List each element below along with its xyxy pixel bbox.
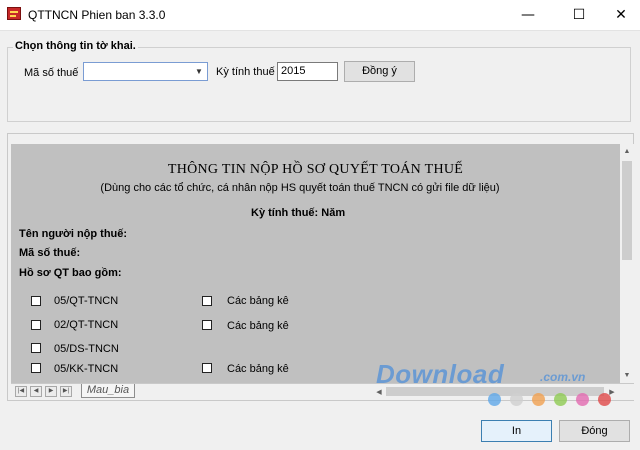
last-sheet-icon[interactable]: ▶| xyxy=(60,386,72,397)
checkbox-bang-ke-2[interactable] xyxy=(202,320,212,330)
dossier-label: Hồ sơ QT bao gồm: xyxy=(19,267,122,279)
tax-code-label: Mã số thuế xyxy=(24,67,79,79)
checkbox-label: 05/DS-TNCN xyxy=(54,343,119,355)
checkbox-label: 05/KK-TNCN xyxy=(54,363,119,375)
checkbox-05-ds[interactable] xyxy=(31,343,41,353)
period-label: Kỳ tính thuế xyxy=(216,66,275,78)
print-button[interactable]: In xyxy=(481,420,552,442)
watermark-dot xyxy=(532,393,545,406)
tax-code-combobox[interactable]: ▼ xyxy=(83,62,208,81)
vertical-scrollbar[interactable]: ▲ ▼ xyxy=(620,144,634,383)
next-sheet-icon[interactable]: ▶ xyxy=(45,386,57,397)
sheet-subtitle: (Dùng cho các tổ chức, cá nhân nộp HS qu… xyxy=(100,182,500,194)
checkbox-05-qt[interactable] xyxy=(31,296,41,306)
prev-sheet-icon[interactable]: ◀ xyxy=(30,386,42,397)
first-sheet-icon[interactable]: |◀ xyxy=(15,386,27,397)
checkbox-05-kk[interactable] xyxy=(31,363,41,373)
vertical-scroll-thumb[interactable] xyxy=(622,161,632,260)
sheet-area: THÔNG TIN NỘP HỒ SƠ QUYẾT TOÁN THUẾ (Dùn… xyxy=(11,144,620,383)
checkbox-label: Các bảng kê xyxy=(227,363,289,375)
sheet-title: THÔNG TIN NỘP HỒ SƠ QUYẾT TOÁN THUẾ xyxy=(167,162,464,177)
watermark-suffix: .com.vn xyxy=(540,370,586,384)
scroll-up-icon[interactable]: ▲ xyxy=(620,148,634,155)
groupbox-title: Chọn thông tin tờ khai. xyxy=(13,40,138,52)
checkbox-bang-ke-1[interactable] xyxy=(202,296,212,306)
watermark-dot xyxy=(554,393,567,406)
close-button[interactable]: Đóng xyxy=(559,420,630,442)
watermark-dot xyxy=(576,393,589,406)
window-title: QTTNCN Phien ban 3.3.0 xyxy=(28,8,166,22)
watermark-dot xyxy=(510,393,523,406)
checkbox-label: Các bảng kê xyxy=(227,295,289,307)
agree-button[interactable]: Đồng ý xyxy=(344,61,415,82)
app-icon xyxy=(7,7,21,20)
checkbox-label: 02/QT-TNCN xyxy=(54,319,119,331)
maximize-button[interactable]: ☐ xyxy=(556,0,602,30)
checkbox-02-qt[interactable] xyxy=(31,320,41,330)
year-input[interactable]: 2015 xyxy=(277,62,338,81)
close-window-button[interactable]: ✕ xyxy=(598,0,640,30)
payer-tax-code-label: Mã số thuế: xyxy=(19,247,81,259)
checkbox-label: Các bảng kê xyxy=(227,320,289,332)
checkbox-label: 05/QT-TNCN xyxy=(54,295,119,307)
checkbox-bang-ke-3[interactable] xyxy=(202,363,212,373)
minimize-button[interactable]: — xyxy=(505,0,551,30)
sheet-tab-mau-bia[interactable]: Mau_bia xyxy=(81,384,135,398)
payer-name-label: Tên người nộp thuế: xyxy=(19,228,128,240)
declaration-groupbox xyxy=(7,47,631,122)
period-line: Kỳ tính thuế: Năm xyxy=(251,207,346,219)
watermark-dot xyxy=(488,393,501,406)
scroll-down-icon[interactable]: ▼ xyxy=(620,372,634,379)
watermark-dot xyxy=(598,393,611,406)
chevron-down-icon[interactable]: ▼ xyxy=(194,65,204,78)
watermark-logo: Download xyxy=(376,359,505,389)
